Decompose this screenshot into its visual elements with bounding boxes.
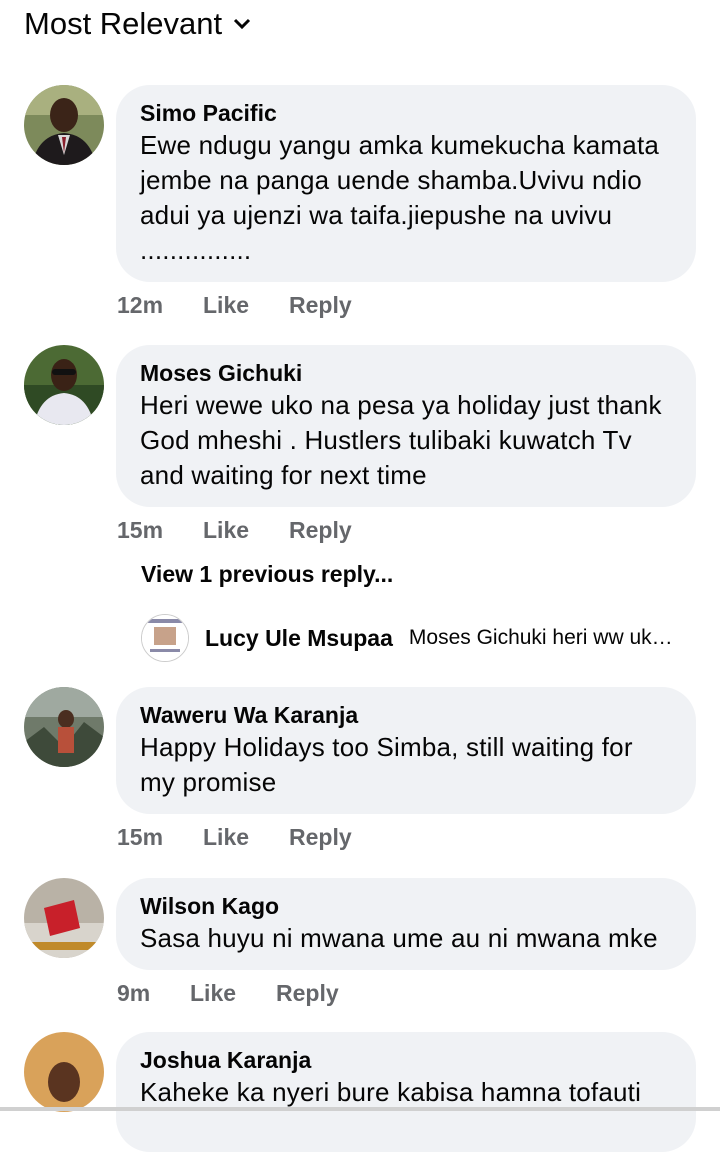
comment-timestamp[interactable]: 15m [117, 824, 163, 851]
avatar[interactable] [24, 345, 104, 425]
comment-text: Sasa huyu ni mwana ume au ni mwana mke [140, 923, 658, 953]
comment-bubble[interactable]: Joshua Karanja Kaheke ka nyeri bure kabi… [116, 1032, 696, 1152]
like-button[interactable]: Like [190, 980, 236, 1007]
comment-actions: 9m Like Reply [117, 980, 339, 1007]
commenter-name[interactable]: Simo Pacific [140, 98, 672, 128]
commenter-name[interactable]: Wilson Kago [140, 891, 672, 921]
sort-dropdown[interactable]: Most Relevant [24, 6, 252, 42]
comment-actions: 12m Like Reply [117, 292, 352, 319]
like-button[interactable]: Like [203, 824, 249, 851]
reply-button[interactable]: Reply [289, 292, 352, 319]
reply-button[interactable]: Reply [289, 517, 352, 544]
avatar[interactable] [24, 85, 104, 165]
avatar[interactable] [24, 687, 104, 767]
commenter-name[interactable]: Moses Gichuki [140, 358, 672, 388]
comment-text: Ewe ndugu yangu amka kumekucha kamata je… [140, 130, 660, 265]
commenter-name[interactable]: Waweru Wa Karanja [140, 700, 672, 730]
comment-timestamp[interactable]: 12m [117, 292, 163, 319]
comment-actions: 15m Like Reply [117, 517, 352, 544]
comment-bubble[interactable]: Wilson Kago Sasa huyu ni mwana ume au ni… [116, 878, 696, 970]
reply-button[interactable]: Reply [289, 824, 352, 851]
view-previous-replies-link[interactable]: View 1 previous reply... [141, 561, 393, 588]
comment-timestamp[interactable]: 9m [117, 980, 150, 1007]
comment-bubble[interactable]: Waweru Wa Karanja Happy Holidays too Sim… [116, 687, 696, 814]
reply-author-name[interactable]: Lucy Ule Msupaa [205, 625, 393, 652]
commenter-name[interactable]: Joshua Karanja [140, 1045, 672, 1075]
bottom-divider [0, 1107, 720, 1111]
avatar[interactable] [24, 1032, 104, 1112]
like-button[interactable]: Like [203, 517, 249, 544]
comment-actions: 15m Like Reply [117, 824, 352, 851]
avatar[interactable] [24, 878, 104, 958]
avatar[interactable] [141, 614, 189, 662]
sort-label: Most Relevant [24, 6, 223, 41]
comment-text: Happy Holidays too Simba, still waiting … [140, 732, 633, 797]
chevron-down-icon [234, 18, 251, 30]
reply-text: Moses Gichuki heri ww uko… [408, 626, 681, 649]
comment-bubble[interactable]: Moses Gichuki Heri wewe uko na pesa ya h… [116, 345, 696, 507]
comment-text: Heri wewe uko na pesa ya holiday just th… [140, 390, 662, 490]
reply-preview[interactable]: Lucy Ule Msupaa Moses Gichuki heri ww uk… [141, 614, 681, 662]
comment-text: Kaheke ka nyeri bure kabisa hamna tofaut… [140, 1077, 642, 1107]
reply-button[interactable]: Reply [276, 980, 339, 1007]
like-button[interactable]: Like [203, 292, 249, 319]
comment-timestamp[interactable]: 15m [117, 517, 163, 544]
comment-bubble[interactable]: Simo Pacific Ewe ndugu yangu amka kumeku… [116, 85, 696, 282]
